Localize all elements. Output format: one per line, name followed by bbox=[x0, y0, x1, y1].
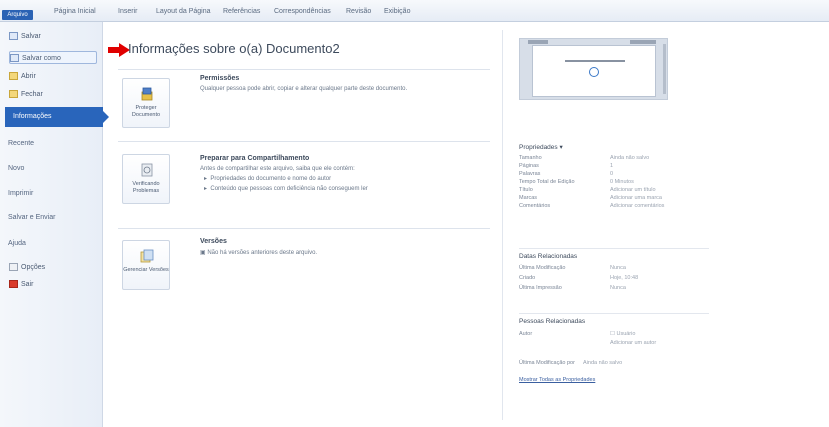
key-lock-icon bbox=[141, 87, 153, 101]
separator bbox=[519, 313, 709, 314]
date-key: Criado bbox=[519, 275, 536, 281]
prop-value: Ainda não salvo bbox=[610, 155, 650, 161]
nav-save-label: Salvar bbox=[21, 33, 41, 40]
tab-view[interactable]: Exibição bbox=[384, 8, 410, 22]
manage-versions-label: Gerenciar Versões bbox=[123, 267, 169, 273]
show-all-properties-link[interactable]: Mostrar Todas as Propriedades bbox=[519, 377, 595, 383]
date-value: Hoje, 10:48 bbox=[610, 275, 639, 281]
permissions-text: Qualquer pessoa pode abrir, copiar e alt… bbox=[200, 86, 408, 92]
add-author-link[interactable]: Adicionar um autor bbox=[610, 340, 656, 346]
separator bbox=[519, 248, 709, 249]
folder-open-icon bbox=[9, 72, 18, 81]
permissions-section bbox=[118, 69, 490, 133]
manage-versions-button[interactable]: Gerenciar Versões bbox=[122, 240, 170, 290]
nav-info[interactable]: Informações bbox=[5, 107, 109, 127]
protect-document-button[interactable]: Proteger Documento bbox=[122, 78, 170, 128]
properties-heading[interactable]: Propriedades ▾ bbox=[519, 143, 563, 151]
nav-save-as[interactable]: Salvar como bbox=[9, 51, 97, 64]
nav-options[interactable]: Opções bbox=[9, 261, 97, 274]
author-value[interactable]: ☐ Usuário bbox=[610, 331, 635, 337]
date-key: Última Modificação bbox=[519, 265, 566, 271]
nav-new[interactable]: Novo bbox=[8, 165, 24, 172]
panel-divider bbox=[502, 30, 503, 420]
save-icon bbox=[9, 32, 18, 41]
versions-title: Versões bbox=[200, 238, 227, 245]
prop-key: Título bbox=[519, 187, 533, 193]
last-modified-by-value: Ainda não salvo bbox=[583, 360, 623, 366]
nav-close[interactable]: Fechar bbox=[9, 88, 97, 101]
check-for-issues-button[interactable]: Verificando Problemas bbox=[122, 154, 170, 204]
document-thumbnail[interactable] bbox=[519, 38, 668, 100]
tab-insert[interactable]: Inserir bbox=[118, 8, 137, 22]
options-icon bbox=[9, 263, 18, 272]
author-key: Autor bbox=[519, 331, 533, 337]
share-bullet: ▸ Conteúdo que pessoas com deficiência n… bbox=[204, 186, 368, 192]
prop-key: Marcas bbox=[519, 195, 538, 201]
dates-heading: Datas Relacionadas bbox=[519, 253, 578, 260]
tab-references[interactable]: Referências bbox=[223, 8, 260, 22]
share-bullet-text: Propriedades do documento e nome do auto… bbox=[210, 176, 332, 182]
date-value: Nunca bbox=[610, 265, 626, 271]
tab-page-layout[interactable]: Layout da Página bbox=[156, 8, 211, 22]
prop-value: 0 bbox=[610, 171, 614, 177]
checklist-icon bbox=[141, 163, 153, 177]
red-arrow-annotation bbox=[108, 43, 130, 57]
nav-exit[interactable]: Sair bbox=[9, 278, 97, 291]
folder-close-icon bbox=[9, 90, 18, 99]
nav-help[interactable]: Ajuda bbox=[8, 240, 26, 247]
properties-heading-label: Propriedades bbox=[519, 144, 558, 151]
protect-document-label: Proteger Documento bbox=[131, 105, 161, 118]
prop-title-input[interactable]: Adicionar um título bbox=[610, 187, 656, 193]
prop-key: Páginas bbox=[519, 163, 539, 169]
share-text: Antes de compartilhar este arquivo, saib… bbox=[200, 166, 355, 172]
exit-icon bbox=[9, 280, 18, 289]
versions-icon bbox=[140, 249, 154, 263]
author-name: Usuário bbox=[616, 331, 636, 337]
people-heading: Pessoas Relacionadas bbox=[519, 318, 586, 325]
versions-section bbox=[118, 228, 490, 298]
nav-open-label: Abrir bbox=[21, 73, 36, 80]
versions-text: ▣ Não há versões anteriores deste arquiv… bbox=[200, 250, 318, 256]
nav-print[interactable]: Imprimir bbox=[8, 190, 33, 197]
nav-options-label: Opções bbox=[21, 264, 46, 271]
prop-key: Tamanho bbox=[519, 155, 542, 161]
prop-key: Comentários bbox=[519, 203, 551, 209]
nav-close-label: Fechar bbox=[21, 91, 43, 98]
nav-save-send[interactable]: Salvar e Enviar bbox=[8, 214, 55, 221]
tab-mailings[interactable]: Correspondências bbox=[274, 8, 331, 22]
nav-exit-label: Sair bbox=[21, 281, 34, 288]
prop-key: Palavras bbox=[519, 171, 541, 177]
check-for-issues-label: Verificando Problemas bbox=[132, 181, 160, 194]
tab-home[interactable]: Página Inicial bbox=[54, 8, 96, 22]
share-bullet: ▸ Propriedades do documento e nome do au… bbox=[204, 176, 332, 182]
date-value: Nunca bbox=[610, 285, 626, 291]
permissions-title: Permissões bbox=[200, 75, 240, 82]
versions-text-label: Não há versões anteriores deste arquivo. bbox=[207, 250, 318, 256]
save-as-icon bbox=[10, 54, 19, 63]
nav-save-as-label: Salvar como bbox=[22, 55, 61, 62]
page-title: Informações sobre o(a) Documento2 bbox=[128, 41, 340, 56]
prop-tags-input[interactable]: Adicionar uma marca bbox=[610, 195, 662, 201]
prop-comments-input[interactable]: Adicionar comentários bbox=[610, 203, 664, 209]
last-modified-by-key: Última Modificação por bbox=[519, 360, 575, 366]
prop-key: Tempo Total de Edição bbox=[519, 179, 575, 185]
prop-value: 1 bbox=[610, 163, 614, 169]
prop-value: 0 Minutos bbox=[610, 179, 634, 185]
date-key: Última Impressão bbox=[519, 285, 562, 291]
nav-open[interactable]: Abrir bbox=[9, 70, 97, 83]
nav-save[interactable]: Salvar bbox=[9, 30, 97, 43]
ribbon-tabs: Arquivo Página Inicial Inserir Layout da… bbox=[0, 0, 829, 22]
nav-recent[interactable]: Recente bbox=[8, 140, 34, 147]
share-title: Preparar para Compartilhamento bbox=[200, 155, 310, 162]
share-bullet-text: Conteúdo que pessoas com deficiência não… bbox=[210, 186, 368, 192]
tab-review[interactable]: Revisão bbox=[346, 8, 371, 22]
tab-file[interactable]: Arquivo bbox=[2, 10, 33, 20]
